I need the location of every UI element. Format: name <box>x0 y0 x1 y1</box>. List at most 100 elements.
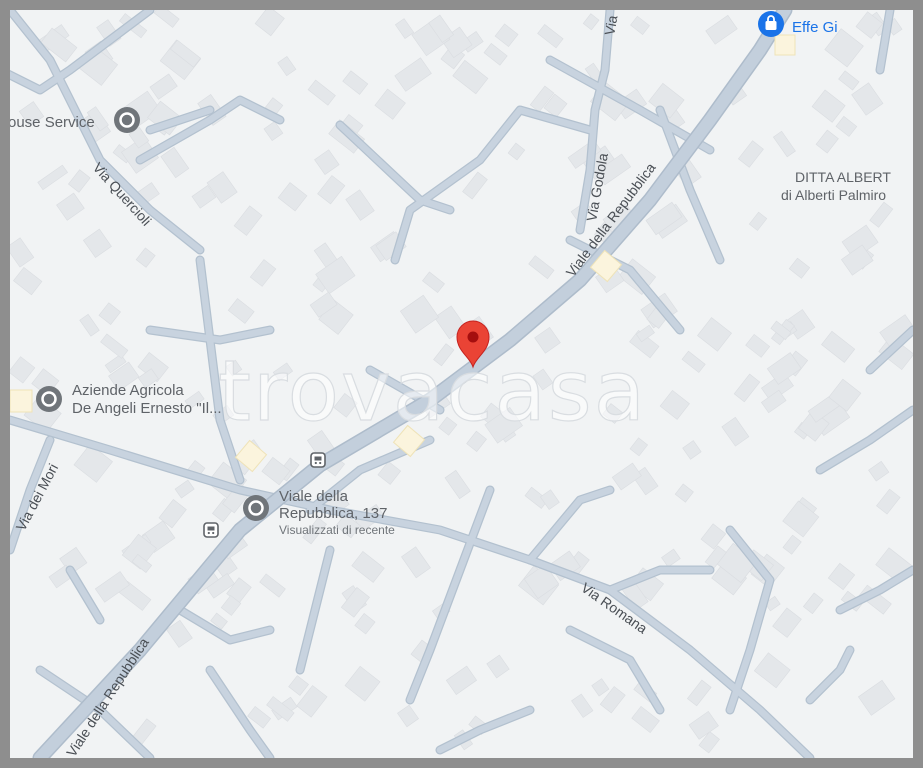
building <box>838 70 860 91</box>
building <box>37 164 68 191</box>
building <box>452 59 489 95</box>
shopping-bag-icon <box>758 11 784 37</box>
building <box>835 115 858 137</box>
building <box>868 460 890 482</box>
building <box>571 693 594 718</box>
building <box>307 79 336 106</box>
building <box>782 534 802 555</box>
building <box>483 43 508 66</box>
building <box>629 437 649 457</box>
building <box>374 88 406 120</box>
building <box>537 23 564 49</box>
building <box>135 247 156 268</box>
building <box>444 469 471 500</box>
building <box>401 546 431 579</box>
bus-stop-icon[interactable] <box>310 452 326 468</box>
building <box>528 255 555 280</box>
place-marker-icon <box>243 495 269 521</box>
building <box>705 14 738 45</box>
building <box>507 142 526 161</box>
poi-label-aziende-line2: De Angeli Ernesto "Il... <box>72 400 222 417</box>
building <box>56 192 85 221</box>
building <box>582 13 600 31</box>
poi-ditta-alberti[interactable]: DITTA ALBERT di Alberti Palmiro <box>781 169 891 203</box>
building <box>486 654 510 679</box>
building <box>153 10 180 28</box>
building <box>821 330 856 363</box>
building <box>288 675 309 696</box>
building <box>82 228 112 258</box>
building <box>857 679 896 716</box>
building <box>827 562 856 591</box>
building <box>811 89 846 123</box>
building <box>661 548 681 568</box>
watermark: trovacasa <box>218 342 647 440</box>
poi-label-house-service: ouse Service <box>10 114 95 131</box>
building <box>745 333 771 358</box>
poi-label-address-line1: Viale della <box>279 488 349 505</box>
building <box>851 82 884 116</box>
building <box>591 678 610 697</box>
building <box>700 523 727 550</box>
building <box>494 23 519 48</box>
building <box>174 479 195 499</box>
poi-label-ditta-line2: di Alberti Palmiro <box>781 187 886 203</box>
building <box>233 205 263 236</box>
building <box>345 189 375 221</box>
building <box>876 488 901 515</box>
building <box>772 130 796 158</box>
building <box>10 237 35 268</box>
poi-label-ditta-line1: DITTA ALBERT <box>795 169 891 185</box>
poi-label-effe-gi: Effe Gi <box>792 19 838 36</box>
building <box>254 10 285 37</box>
building <box>840 244 874 276</box>
building <box>354 613 376 635</box>
bus-stop-icon[interactable] <box>203 522 219 538</box>
building <box>342 70 369 95</box>
map-canvas[interactable]: trovacasa Viale della Repubblica Viale d… <box>10 10 913 758</box>
building <box>681 350 706 373</box>
building <box>611 462 642 491</box>
building <box>674 483 694 503</box>
building <box>317 175 346 205</box>
place-marker-icon <box>36 386 62 412</box>
building <box>397 704 419 728</box>
building <box>753 652 791 689</box>
poi-label-aziende-line1: Aziende Agricola <box>72 382 184 399</box>
building <box>659 389 690 420</box>
building <box>94 571 130 603</box>
poi-label-recent: Visualizzati di recente <box>279 523 395 537</box>
building <box>100 333 129 359</box>
building <box>13 266 43 296</box>
building <box>686 679 712 707</box>
building <box>79 313 100 337</box>
building <box>869 201 894 228</box>
building <box>682 440 702 460</box>
street-label-via-top: Via <box>601 14 620 37</box>
building <box>149 73 178 100</box>
building <box>249 259 277 287</box>
building <box>462 171 488 200</box>
poi-aziende-agricola[interactable]: Aziende Agricola De Angeli Ernesto "Il..… <box>36 382 222 417</box>
map-frame: trovacasa Viale della Repubblica Viale d… <box>0 0 923 768</box>
building <box>259 573 286 598</box>
building <box>721 416 750 447</box>
building <box>67 169 91 193</box>
building <box>630 15 650 35</box>
building <box>733 373 761 403</box>
building <box>227 298 255 324</box>
building <box>277 182 308 212</box>
building <box>394 18 415 39</box>
building <box>422 271 445 294</box>
building <box>10 356 36 384</box>
poi-effe-gi[interactable]: Effe Gi <box>758 11 838 37</box>
building <box>344 665 381 702</box>
building <box>160 146 190 179</box>
poi-label-address-line2: Repubblica, 137 <box>279 505 387 522</box>
building <box>802 592 824 615</box>
building <box>394 57 432 92</box>
building <box>772 607 802 638</box>
building <box>737 140 764 168</box>
building <box>399 294 440 334</box>
building <box>445 665 478 695</box>
